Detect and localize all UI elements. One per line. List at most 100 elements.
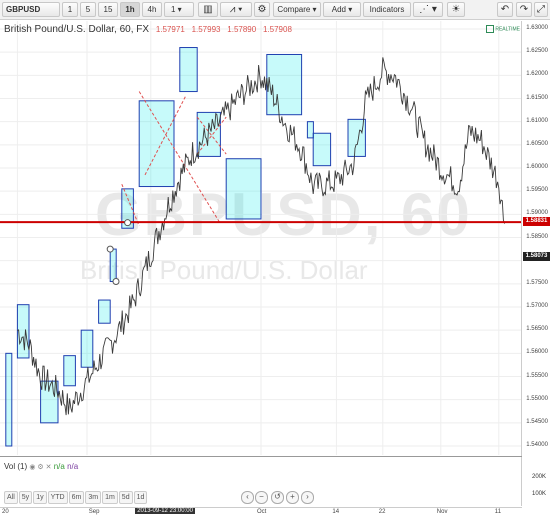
- ohlc-high: 1.57993: [191, 25, 221, 34]
- volume-eye-icon[interactable]: ◉ ⚙ ✕: [29, 464, 51, 471]
- range-box: [306, 121, 314, 139]
- price-axis[interactable]: 1.63000 1.62500 1.62000 1.61500 1.61000 1.605…: [521, 21, 550, 506]
- idea-button[interactable]: ☀: [447, 2, 465, 17]
- zoom-in-button[interactable]: +: [286, 491, 299, 504]
- price-axis-label: 1.58500: [526, 233, 548, 240]
- line-handle: [112, 278, 120, 286]
- price-axis-label: 1.57500: [526, 279, 548, 286]
- range-boxes: [5, 47, 366, 447]
- scroll-right-button[interactable]: ›: [301, 491, 314, 504]
- interval-1h-button[interactable]: 1h: [120, 2, 140, 17]
- volume-legend: Vol (1) ◉ ⚙ ✕ n/a n/a: [4, 462, 78, 471]
- price-axis-label: 1.54000: [526, 442, 548, 448]
- range-box: [98, 299, 111, 324]
- reset-zoom-button[interactable]: ↺: [271, 491, 284, 504]
- undo-icon: ↶: [500, 4, 510, 15]
- symbol-input[interactable]: GBPUSD: [2, 2, 60, 17]
- price-axis-label: 1.61000: [526, 117, 548, 124]
- range-box: [63, 355, 76, 387]
- volume-axis-label-100k: 100K: [531, 491, 546, 497]
- settings-button[interactable]: ⚙: [254, 2, 270, 17]
- price-axis-label: 1.59000: [526, 210, 548, 217]
- price-axis-label: 1.55500: [526, 372, 548, 379]
- time-axis[interactable]: 20 Sep 2013-09-12 23:00:00 Oct 14 22 Nov 11: [0, 507, 522, 520]
- time-axis-label: 14: [332, 509, 340, 515]
- price-axis-label: 1.61500: [526, 94, 548, 101]
- add-label: Add: [331, 5, 346, 14]
- realtime-label: REALTIME: [495, 26, 520, 33]
- range-button-1m[interactable]: 1m: [102, 491, 118, 504]
- ohlc-close: 1.57908: [262, 25, 292, 34]
- price-chart[interactable]: [0, 21, 522, 455]
- time-axis-label: 20: [2, 509, 9, 515]
- plus-icon: +: [290, 492, 295, 501]
- range-button-5y[interactable]: 5y: [18, 491, 33, 504]
- compare-label: Compare: [277, 5, 311, 14]
- drawing-tools-dropdown[interactable]: ⋰ ▾: [413, 2, 443, 17]
- redo-icon: ↷: [519, 4, 529, 15]
- chart-title: British Pound/U.S. Dollar, 60, FX: [4, 24, 150, 35]
- indicators-button[interactable]: Indicators: [363, 2, 411, 17]
- range-button-3m[interactable]: 3m: [85, 491, 102, 504]
- volume-axis-label-200k: 200K: [531, 474, 546, 480]
- drawing-tools-icon: ⋰ ▾: [419, 4, 437, 15]
- fullscreen-icon: ⤢: [537, 4, 545, 15]
- date-range-bar: All 5y 1y YTD 6m 3m 1m 5d 1d: [4, 490, 148, 504]
- line-chart-icon: ⩘ ▾: [229, 4, 243, 15]
- price-axis-label: 1.56000: [526, 349, 548, 356]
- volume-value-1: n/a: [53, 462, 65, 471]
- interval-1m-button[interactable]: 1: [62, 2, 78, 17]
- price-axis-label: 1.60000: [526, 164, 548, 170]
- add-button[interactable]: Add ▾: [323, 2, 361, 17]
- interval-15m-button[interactable]: 15: [98, 2, 118, 17]
- toolbar: GBPUSD 1 5 15 1h 4h 1 ▾ ▥ ⩘ ▾ ⚙ Compare …: [0, 0, 550, 20]
- last-price-tag: 1.58073: [523, 252, 550, 262]
- price-axis-label: 1.59500: [526, 187, 548, 194]
- chart-style-dropdown[interactable]: ⩘ ▾: [220, 2, 252, 17]
- interval-4h-button[interactable]: 4h: [142, 2, 162, 17]
- price-axis-label: 1.63000: [526, 25, 548, 31]
- scroll-left-button[interactable]: ‹: [241, 491, 254, 504]
- reset-icon: ↺: [274, 492, 281, 501]
- candle-style-button[interactable]: ▥: [198, 2, 218, 17]
- price-axis-label: 1.55000: [526, 395, 548, 402]
- time-axis-label: Oct: [257, 509, 267, 515]
- chevron-right-icon: ›: [306, 492, 309, 501]
- interval-5m-button[interactable]: 5: [80, 2, 96, 17]
- price-axis-label: 1.60500: [526, 140, 548, 147]
- range-box: [138, 100, 175, 188]
- lightbulb-icon: ☀: [451, 4, 461, 15]
- range-box: [312, 132, 332, 167]
- range-box: [225, 158, 262, 220]
- zoom-out-button[interactable]: −: [255, 491, 268, 504]
- volume-label: Vol (1): [4, 462, 28, 471]
- candles-icon: ▥: [203, 4, 213, 15]
- range-button-ytd[interactable]: YTD: [47, 491, 68, 504]
- range-button-5d[interactable]: 5d: [118, 491, 133, 504]
- range-box: [5, 352, 13, 447]
- gear-icon: ⚙: [257, 4, 267, 15]
- time-axis-label: Nov: [436, 509, 448, 515]
- price-axis-label: 1.54500: [526, 418, 548, 425]
- chevron-left-icon: ‹: [246, 492, 249, 501]
- volume-value-2: n/a: [67, 462, 79, 471]
- redo-button[interactable]: ↷: [516, 2, 532, 17]
- range-box: [179, 47, 198, 93]
- fullscreen-button[interactable]: ⤢: [534, 2, 548, 17]
- range-box: [80, 329, 94, 368]
- interval-dropdown[interactable]: 1 ▾: [164, 2, 194, 17]
- range-button-all[interactable]: All: [4, 491, 18, 504]
- undo-button[interactable]: ↶: [497, 2, 513, 17]
- price-axis-label: 1.56500: [526, 326, 548, 333]
- range-box: [266, 53, 303, 116]
- compare-button[interactable]: Compare ▾: [273, 2, 321, 17]
- price-axis-label: 1.62000: [526, 71, 548, 78]
- line-handle: [124, 219, 132, 227]
- time-axis-label: 22: [378, 509, 386, 515]
- range-button-6m[interactable]: 6m: [68, 491, 85, 504]
- range-button-1d[interactable]: 1d: [133, 491, 148, 504]
- realtime-icon: [485, 25, 494, 33]
- range-button-1y[interactable]: 1y: [33, 491, 47, 504]
- time-axis-label: Sep: [88, 509, 100, 515]
- time-axis-label: 11: [494, 509, 502, 515]
